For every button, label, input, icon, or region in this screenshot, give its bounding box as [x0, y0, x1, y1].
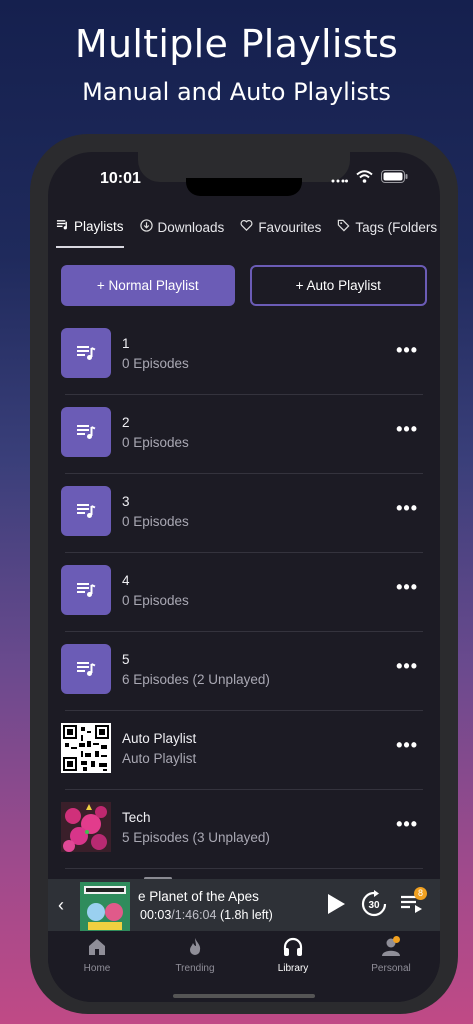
tab-label: Playlists [74, 218, 124, 234]
more-options-icon[interactable]: ••• [396, 656, 418, 677]
now-playing-title: e Planet of the Apes [138, 889, 259, 904]
playlist-subtitle: 0 Episodes [122, 514, 189, 529]
new-normal-playlist-button[interactable]: + Normal Playlist [61, 265, 235, 306]
promo-subtitle: Manual and Auto Playlists [82, 78, 391, 106]
signal-icon [331, 170, 348, 188]
tab-label: Trending [175, 963, 215, 974]
playlist-subtitle: 0 Episodes [122, 593, 189, 608]
queue-count-badge: 8 [414, 887, 427, 900]
more-options-icon[interactable]: ••• [396, 735, 418, 756]
tab-home[interactable]: Home [48, 931, 146, 1002]
playlist-icon [61, 328, 111, 378]
tab-label: Downloads [157, 219, 225, 235]
playlist-title: 2 [122, 415, 130, 430]
library-tabs: Playlists Downloads Favourites Tags (Fol… [48, 216, 440, 248]
more-options-icon[interactable]: ••• [396, 498, 418, 519]
playlist-title: Tech [122, 810, 151, 825]
mini-player[interactable]: ‹ e Planet of the Apes 00:03/1:46:04 (1.… [48, 879, 440, 932]
app-screen: 10:01 Playlists Downloads Favourites Tag… [48, 152, 440, 1002]
skip-seconds-label: 30 [368, 900, 380, 911]
tab-label: Library [277, 963, 309, 974]
create-playlist-buttons: + Normal Playlist + Auto Playlist [61, 265, 427, 306]
tab-trending[interactable]: Trending [146, 931, 244, 1002]
tab-label: Favourites [258, 219, 322, 235]
heart-icon [240, 219, 253, 235]
promo-title: Multiple Playlists [74, 22, 399, 66]
playlist-title: 4 [122, 573, 130, 588]
list-item[interactable]: 4 0 Episodes ••• [48, 553, 440, 632]
playlist-list: 1 0 Episodes ••• 2 0 Episodes ••• 3 0 Ep… [48, 316, 440, 869]
list-item[interactable]: 1 0 Episodes ••• [48, 316, 440, 395]
playlist-title: 3 [122, 494, 130, 509]
list-item[interactable]: Auto Playlist Auto Playlist ••• [48, 711, 440, 790]
playback-time: 00:03/1:46:04 (1.8h left) [140, 908, 273, 922]
home-icon [87, 937, 107, 960]
episode-artwork [80, 882, 130, 932]
list-item[interactable]: 5 6 Episodes (2 Unplayed) ••• [48, 632, 440, 711]
playlist-subtitle: 6 Episodes (2 Unplayed) [122, 672, 270, 687]
more-options-icon[interactable]: ••• [396, 419, 418, 440]
home-indicator [173, 994, 315, 998]
bottom-tab-bar: Home Trending Library Personal [48, 931, 440, 1002]
playlist-subtitle: Auto Playlist [122, 751, 197, 766]
playlist-title: 5 [122, 652, 130, 667]
more-options-icon[interactable]: ••• [396, 577, 418, 598]
playlist-icon [61, 407, 111, 457]
wifi-icon [356, 170, 373, 188]
playlist-icon [61, 565, 111, 615]
list-item[interactable]: 2 0 Episodes ••• [48, 395, 440, 474]
tab-label: Tags (Folders [355, 219, 438, 235]
flame-icon [185, 937, 205, 960]
skip-forward-30-icon[interactable]: 30 [360, 890, 388, 923]
tab-tags[interactable]: Tags (Folders [337, 216, 437, 248]
total-duration: /1:46:04 [171, 908, 217, 922]
more-options-icon[interactable]: ••• [396, 340, 418, 361]
tab-personal[interactable]: Personal [342, 931, 440, 1002]
battery-icon [381, 170, 408, 188]
list-item[interactable]: Tech 5 Episodes (3 Unplayed) ••• [48, 790, 440, 869]
tab-favourites[interactable]: Favourites [240, 216, 321, 248]
tab-playlists[interactable]: Playlists [56, 216, 124, 248]
podcast-art [61, 802, 111, 852]
playlist-subtitle: 0 Episodes [122, 435, 189, 450]
playlist-title: Auto Playlist [122, 731, 197, 746]
tab-label: Home [83, 963, 111, 974]
dynamic-island [186, 178, 302, 196]
list-item[interactable]: 3 0 Episodes ••• [48, 474, 440, 553]
playlist-icon [61, 644, 111, 694]
chevron-left-icon[interactable]: ‹ [58, 895, 64, 916]
headphones-icon [282, 937, 304, 960]
play-icon[interactable] [326, 893, 346, 920]
elapsed-time: 00:03 [140, 908, 172, 922]
playlist-subtitle: 0 Episodes [122, 356, 189, 371]
playlist-icon [61, 486, 111, 536]
more-options-icon[interactable]: ••• [396, 814, 418, 835]
divider [65, 868, 423, 869]
tab-library[interactable]: Library [244, 931, 342, 1002]
status-icons [331, 170, 408, 188]
tag-icon [337, 219, 350, 235]
tab-label: Personal [371, 963, 411, 974]
status-time: 10:01 [100, 170, 141, 187]
notification-dot [393, 936, 400, 943]
playlist-icon [56, 218, 69, 234]
time-remaining: (1.8h left) [219, 908, 273, 922]
playlist-subtitle: 5 Episodes (3 Unplayed) [122, 830, 270, 845]
qr-code-art [61, 723, 111, 773]
download-icon [139, 219, 153, 235]
new-auto-playlist-button[interactable]: + Auto Playlist [249, 265, 427, 306]
tab-downloads[interactable]: Downloads [139, 216, 225, 248]
playlist-title: 1 [122, 336, 130, 351]
